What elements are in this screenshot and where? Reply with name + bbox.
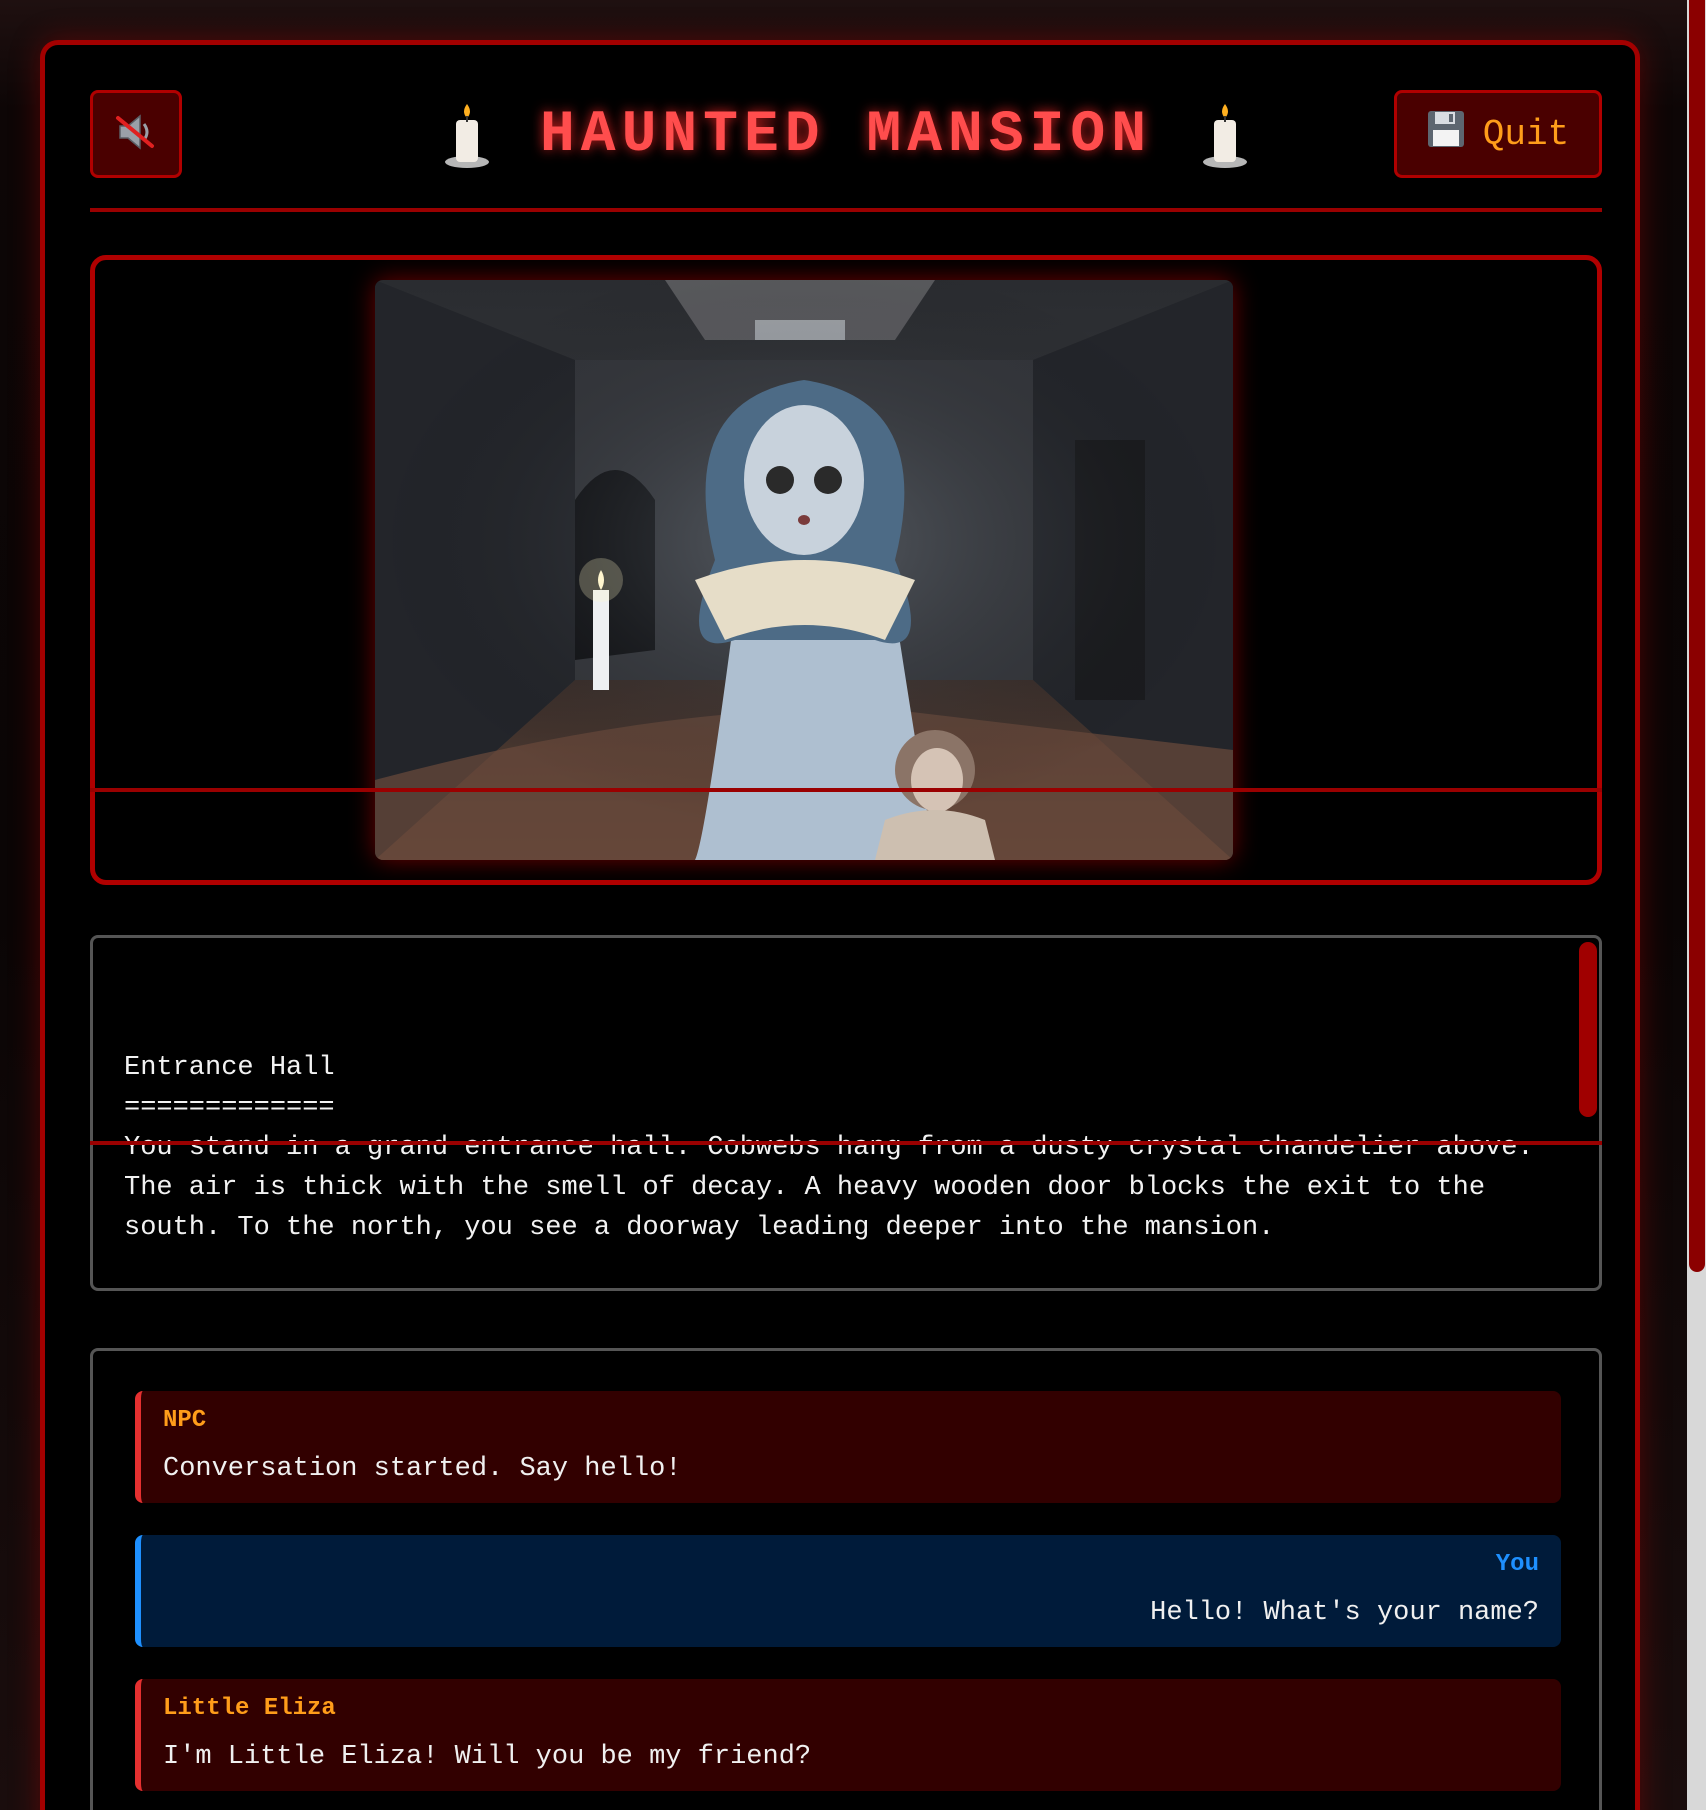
chat-message-npc: NPC Conversation started. Say hello! (135, 1391, 1561, 1503)
message-speaker: NPC (163, 1407, 207, 1434)
room-name: Entrance Hall (124, 1053, 335, 1083)
title-text: HAUNTED MANSION (539, 102, 1153, 168)
message-text: Hello! What's your name? (1150, 1598, 1539, 1628)
chat-message-npc: Little Eliza I'm Little Eliza! Will you … (135, 1679, 1561, 1791)
message-text: Conversation started. Say hello! (163, 1454, 682, 1484)
room-description: You stand in a grand entrance hall. Cobw… (124, 1133, 1550, 1243)
header: HAUNTED MANSION Quit (90, 90, 1602, 180)
message-speaker: You (1495, 1551, 1539, 1578)
chat-message-player: You Hello! What's your name? (135, 1535, 1561, 1647)
page-scrollbar-thumb[interactable] (1689, 0, 1705, 1272)
quit-button[interactable]: Quit (1394, 90, 1602, 178)
quit-label: Quit (1482, 113, 1570, 155)
page-scrollbar[interactable] (1687, 0, 1706, 1810)
divider (90, 208, 1602, 212)
floppy-disk-icon (1427, 110, 1465, 159)
room-name-underline: ============= (124, 1093, 335, 1123)
message-text: I'm Little Eliza! Will you be my friend? (163, 1742, 812, 1772)
scene-image (375, 280, 1233, 860)
divider (90, 788, 1602, 792)
candle-icon (1200, 100, 1250, 170)
divider (90, 1141, 1602, 1145)
conversation-panel: NPC Conversation started. Say hello! You… (90, 1348, 1602, 1810)
description-scrollbar[interactable] (1579, 942, 1597, 1117)
room-description-panel: Entrance Hall ============= You stand in… (90, 935, 1602, 1291)
game-title: HAUNTED MANSION (90, 90, 1602, 180)
game-frame: HAUNTED MANSION Quit Entrance Hall =====… (40, 40, 1640, 1810)
message-speaker: Little Eliza (163, 1695, 336, 1722)
candle-icon (442, 100, 492, 170)
